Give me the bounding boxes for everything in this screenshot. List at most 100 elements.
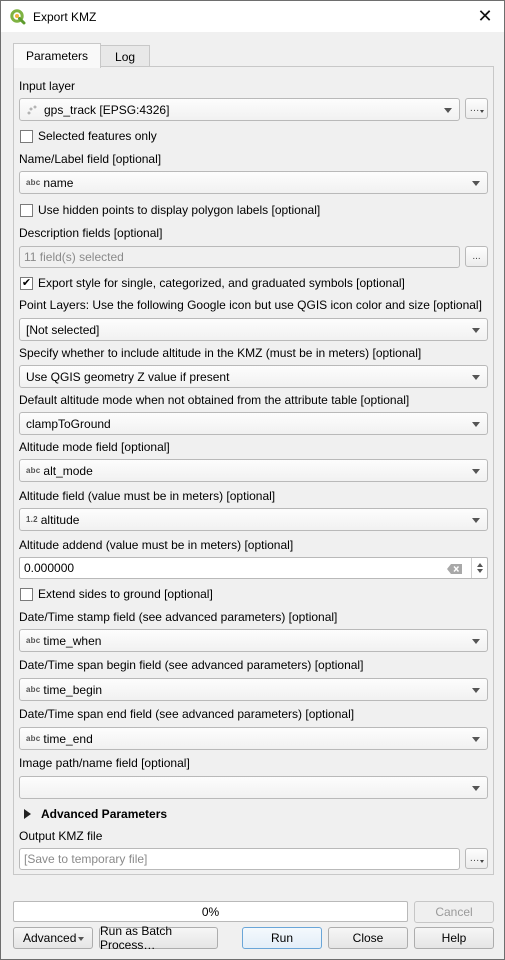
- export-style-label: Export style for single, categorized, an…: [38, 276, 405, 290]
- checkbox-box[interactable]: [20, 203, 33, 217]
- qgis-logo-icon: [10, 8, 26, 25]
- tab-bar: Parameters Log: [13, 43, 151, 68]
- extend-sides-label: Extend sides to ground [optional]: [38, 587, 213, 601]
- default-altitude-mode-value: clampToGround: [26, 416, 111, 431]
- description-fields-browse-button[interactable]: ...: [465, 246, 488, 267]
- close-button[interactable]: Close: [328, 927, 408, 949]
- parameters-panel: Input layer gps_track [EPSG:4326] … Sele…: [13, 66, 494, 875]
- chevron-down-icon: [479, 860, 484, 863]
- name-field-label: Name/Label field [optional]: [19, 152, 162, 166]
- hidden-points-checkbox[interactable]: Use hidden points to display polygon lab…: [20, 203, 320, 217]
- tab-parameters[interactable]: Parameters: [13, 43, 102, 68]
- time-end-field-combo[interactable]: abc time_end: [19, 727, 488, 750]
- selected-features-only-label: Selected features only: [38, 129, 157, 143]
- output-file-browse-button[interactable]: …: [465, 848, 488, 869]
- include-altitude-combo[interactable]: Use QGIS geometry Z value if present: [19, 365, 488, 388]
- expand-arrow-icon: [24, 809, 31, 819]
- spin-down-icon[interactable]: [476, 569, 483, 573]
- chevron-down-icon: [472, 737, 480, 742]
- image-field-combo[interactable]: [19, 776, 488, 799]
- altitude-mode-field-combo[interactable]: abc alt_mode: [19, 459, 488, 482]
- time-begin-field-label: Date/Time span begin field (see advanced…: [19, 658, 364, 672]
- description-fields-label: Description fields [optional]: [19, 226, 163, 240]
- input-layer-label: Input layer: [19, 79, 76, 93]
- chevron-down-icon: [472, 518, 480, 523]
- run-button[interactable]: Run: [242, 927, 322, 949]
- check-icon[interactable]: ✔: [20, 276, 33, 290]
- spin-arrows[interactable]: [471, 558, 487, 578]
- point-icon-value: [Not selected]: [26, 322, 100, 337]
- tab-log[interactable]: Log: [100, 45, 151, 67]
- altitude-addend-spinbox[interactable]: 0.000000: [19, 557, 488, 579]
- advanced-parameters-toggle[interactable]: Advanced Parameters: [24, 807, 167, 821]
- text-field-icon: abc: [26, 466, 41, 475]
- chevron-down-icon: [472, 422, 480, 427]
- point-icon-combo[interactable]: [Not selected]: [19, 318, 488, 341]
- chevron-down-icon: [472, 688, 480, 693]
- input-layer-value: gps_track [EPSG:4326]: [44, 102, 170, 117]
- chevron-down-icon: [472, 181, 480, 186]
- title-bar: Export KMZ ✕: [1, 1, 504, 32]
- close-icon[interactable]: ✕: [470, 1, 500, 32]
- export-style-checkbox[interactable]: ✔ Export style for single, categorized, …: [20, 276, 405, 290]
- text-field-icon: abc: [26, 685, 41, 694]
- progress-bar: 0%: [13, 901, 408, 922]
- spin-up-icon[interactable]: [476, 563, 483, 567]
- time-end-field-label: Date/Time span end field (see advanced p…: [19, 707, 355, 721]
- help-button[interactable]: Help: [414, 927, 494, 949]
- selected-features-only-checkbox[interactable]: Selected features only: [20, 129, 157, 143]
- altitude-field-value: altitude: [40, 512, 80, 527]
- cancel-button[interactable]: Cancel: [414, 901, 494, 923]
- point-icon-label: Point Layers: Use the following Google i…: [19, 298, 482, 312]
- input-layer-options-button[interactable]: …: [465, 98, 488, 119]
- time-stamp-field-combo[interactable]: abc time_when: [19, 629, 488, 652]
- chevron-down-icon: [444, 108, 452, 113]
- clear-icon[interactable]: [447, 563, 462, 574]
- export-kmz-dialog: Export KMZ ✕ Parameters Log Input layer …: [0, 0, 505, 960]
- include-altitude-label: Specify whether to include altitude in t…: [19, 346, 422, 360]
- chevron-down-icon: [479, 110, 484, 113]
- name-field-value: name: [43, 175, 74, 190]
- include-altitude-value: Use QGIS geometry Z value if present: [26, 369, 230, 384]
- altitude-field-combo[interactable]: 1.2 altitude: [19, 508, 488, 531]
- run-as-batch-button[interactable]: Run as Batch Process…: [99, 924, 218, 952]
- advanced-parameters-label: Advanced Parameters: [41, 807, 168, 821]
- name-field-combo[interactable]: abc name: [19, 171, 488, 194]
- checkbox-box[interactable]: [20, 129, 33, 143]
- time-stamp-field-label: Date/Time stamp field (see advanced para…: [19, 610, 338, 624]
- image-field-label: Image path/name field [optional]: [19, 756, 190, 770]
- time-end-field-value: time_end: [43, 731, 93, 746]
- window-title: Export KMZ: [33, 9, 97, 24]
- altitude-field-label: Altitude field (value must be in meters)…: [19, 489, 276, 503]
- chevron-down-icon: [472, 469, 480, 474]
- ellipsis-label: …: [469, 103, 480, 114]
- chevron-down-icon: [472, 786, 480, 791]
- hidden-points-label: Use hidden points to display polygon lab…: [38, 203, 321, 217]
- time-begin-field-combo[interactable]: abc time_begin: [19, 678, 488, 701]
- advanced-menu-button[interactable]: Advanced: [13, 927, 93, 949]
- time-stamp-field-value: time_when: [43, 633, 102, 648]
- time-begin-field-value: time_begin: [43, 682, 103, 697]
- altitude-addend-value: 0.000000: [24, 561, 75, 575]
- altitude-mode-field-label: Altitude mode field [optional]: [19, 440, 170, 454]
- chevron-down-icon: [78, 937, 84, 941]
- text-field-icon: abc: [26, 734, 41, 743]
- ellipsis-label: ...: [472, 251, 481, 262]
- advanced-label: Advanced: [23, 931, 77, 945]
- output-file-label: Output KMZ file: [19, 829, 103, 843]
- extend-sides-checkbox[interactable]: Extend sides to ground [optional]: [20, 587, 213, 601]
- default-altitude-mode-label: Default altitude mode when not obtained …: [19, 393, 410, 407]
- chevron-down-icon: [472, 639, 480, 644]
- altitude-mode-field-value: alt_mode: [43, 463, 93, 478]
- default-altitude-mode-combo[interactable]: clampToGround: [19, 412, 488, 435]
- output-file-placeholder: [Save to temporary file]: [24, 852, 148, 866]
- description-fields-input[interactable]: 11 field(s) selected: [19, 246, 460, 268]
- point-layer-icon: [26, 104, 38, 116]
- checkbox-box[interactable]: [20, 587, 33, 601]
- text-field-icon: abc: [26, 636, 41, 645]
- input-layer-combo[interactable]: gps_track [EPSG:4326]: [19, 98, 460, 121]
- output-file-input[interactable]: [Save to temporary file]: [19, 848, 460, 870]
- altitude-addend-label: Altitude addend (value must be in meters…: [19, 538, 294, 552]
- chevron-down-icon: [472, 375, 480, 380]
- numeric-field-icon: 1.2: [26, 515, 38, 524]
